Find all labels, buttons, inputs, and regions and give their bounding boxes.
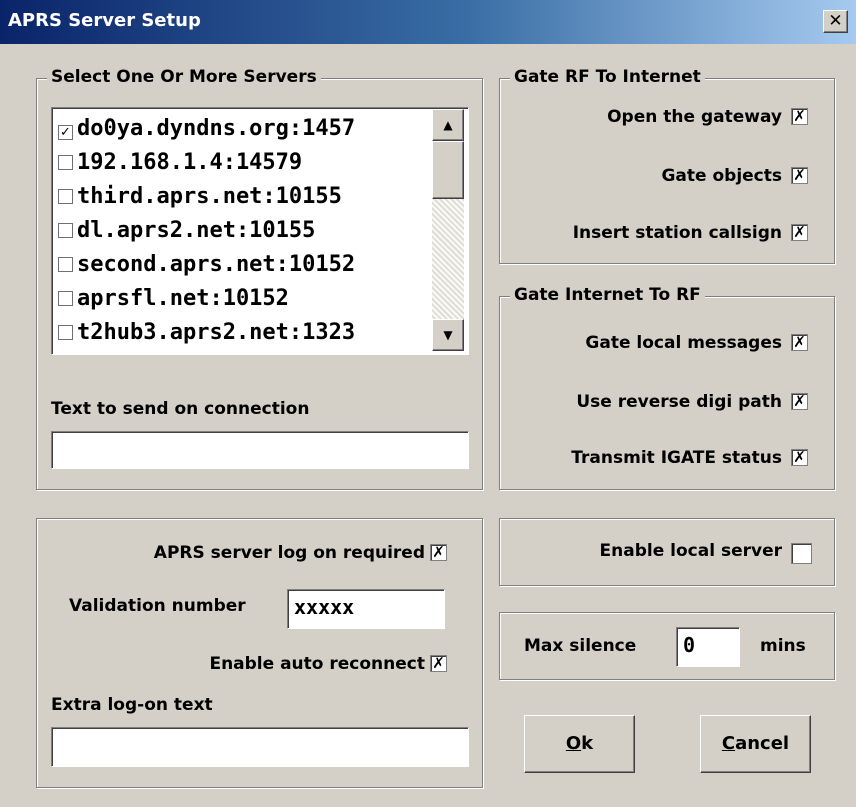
close-button[interactable]: ✕ xyxy=(823,10,848,33)
open-gateway-checkbox[interactable]: ✗ xyxy=(791,108,808,125)
server-list-item[interactable]: dl.aprs2.net:10155 xyxy=(58,216,315,246)
server-item-checkbox[interactable] xyxy=(58,257,73,272)
gate-inet-group: Gate Internet To RF Gate local messages … xyxy=(499,285,835,490)
gate-objects-label: Gate objects xyxy=(661,166,782,186)
server-list-scrollbar[interactable]: ▲ ▼ xyxy=(432,109,464,351)
logon-required-label: APRS server log on required xyxy=(153,543,425,563)
igate-status-checkbox[interactable]: ✗ xyxy=(791,449,808,466)
server-item-label: do0ya.dyndns.org:1457 xyxy=(77,116,356,141)
server-item-label: aprsfl.net:10152 xyxy=(77,286,289,311)
server-item-label: second.aprs.net:10152 xyxy=(77,252,356,277)
local-messages-label: Gate local messages xyxy=(585,333,782,353)
local-server-group: Enable local server xyxy=(499,518,835,586)
scroll-down-icon: ▼ xyxy=(443,328,453,342)
server-list-item[interactable]: second.aprs.net:10152 xyxy=(58,250,355,280)
server-listbox[interactable]: ✓ do0ya.dyndns.org:1457 192.168.1.4:14579 t… xyxy=(51,107,469,355)
server-list-item[interactable]: ✓ do0ya.dyndns.org:1457 xyxy=(58,114,355,144)
servers-legend: Select One Or More Servers xyxy=(47,67,321,87)
gate-objects-checkbox[interactable]: ✗ xyxy=(791,167,808,184)
connect-text-label: Text to send on connection xyxy=(51,399,310,419)
ok-button[interactable]: Ok xyxy=(524,715,635,773)
gate-rf-legend: Gate RF To Internet xyxy=(510,67,705,87)
scroll-up-icon: ▲ xyxy=(443,118,453,132)
open-gateway-label: Open the gateway xyxy=(607,107,782,127)
server-item-label: 192.168.1.4:14579 xyxy=(77,150,303,175)
validation-number-input[interactable]: xxxxx xyxy=(287,589,445,629)
cancel-mnemonic: C xyxy=(721,733,736,754)
server-item-checkbox[interactable] xyxy=(58,189,73,204)
max-silence-input[interactable]: 0 xyxy=(676,627,740,667)
server-item-label: t2hub3.aprs2.net:1323 xyxy=(77,320,356,345)
window-title: APRS Server Setup xyxy=(8,10,201,31)
scroll-thumb[interactable] xyxy=(432,141,464,199)
scroll-up-button[interactable]: ▲ xyxy=(432,109,464,141)
scroll-down-button[interactable]: ▼ xyxy=(432,319,464,351)
cancel-button[interactable]: Cancel xyxy=(700,715,811,773)
server-item-checkbox[interactable] xyxy=(58,325,73,340)
ok-mnemonic: O xyxy=(565,733,582,754)
server-item-label: third.aprs.net:10155 xyxy=(77,184,342,209)
logon-required-checkbox[interactable]: ✗ xyxy=(430,544,447,561)
cancel-label: ancel xyxy=(735,733,790,754)
insert-callsign-checkbox[interactable]: ✗ xyxy=(791,224,808,241)
max-silence-label: Max silence xyxy=(524,636,637,656)
server-item-checkbox[interactable] xyxy=(58,155,73,170)
server-list-item[interactable]: t2hub3.aprs2.net:1323 xyxy=(58,318,355,348)
max-silence-unit: mins xyxy=(760,636,806,656)
title-bar: APRS Server Setup ✕ xyxy=(0,0,856,44)
max-silence-group: Max silence 0 mins xyxy=(499,612,835,680)
reverse-digi-label: Use reverse digi path xyxy=(576,392,782,412)
servers-group: Select One Or More Servers ✓ do0ya.dyndns… xyxy=(36,67,483,490)
reverse-digi-checkbox[interactable]: ✗ xyxy=(791,393,808,410)
local-server-checkbox[interactable] xyxy=(791,543,812,564)
local-messages-checkbox[interactable]: ✗ xyxy=(791,334,808,351)
extra-logon-label: Extra log-on text xyxy=(51,695,213,715)
logon-group: APRS server log on required ✗ Validation… xyxy=(36,518,483,788)
igate-status-label: Transmit IGATE status xyxy=(571,448,782,468)
auto-reconnect-checkbox[interactable]: ✗ xyxy=(430,655,447,672)
server-list-item[interactable]: third.aprs.net:10155 xyxy=(58,182,342,212)
validation-label: Validation number xyxy=(69,596,246,616)
gate-rf-group: Gate RF To Internet Open the gateway ✗ G… xyxy=(499,67,835,264)
server-list-item[interactable]: 192.168.1.4:14579 xyxy=(58,148,302,178)
server-item-checkbox[interactable] xyxy=(58,291,73,306)
insert-callsign-label: Insert station callsign xyxy=(572,223,782,243)
server-item-checkbox[interactable] xyxy=(58,223,73,238)
auto-reconnect-label: Enable auto reconnect xyxy=(209,654,425,674)
gate-inet-legend: Gate Internet To RF xyxy=(510,285,705,305)
connect-text-input[interactable] xyxy=(51,431,469,469)
ok-label: k xyxy=(581,733,594,754)
extra-logon-input[interactable] xyxy=(51,727,469,767)
server-item-checkbox[interactable]: ✓ xyxy=(58,125,73,140)
close-icon: ✕ xyxy=(828,11,843,31)
local-server-label: Enable local server xyxy=(599,541,782,561)
server-list-item[interactable]: aprsfl.net:10152 xyxy=(58,284,289,314)
server-item-label: dl.aprs2.net:10155 xyxy=(77,218,316,243)
